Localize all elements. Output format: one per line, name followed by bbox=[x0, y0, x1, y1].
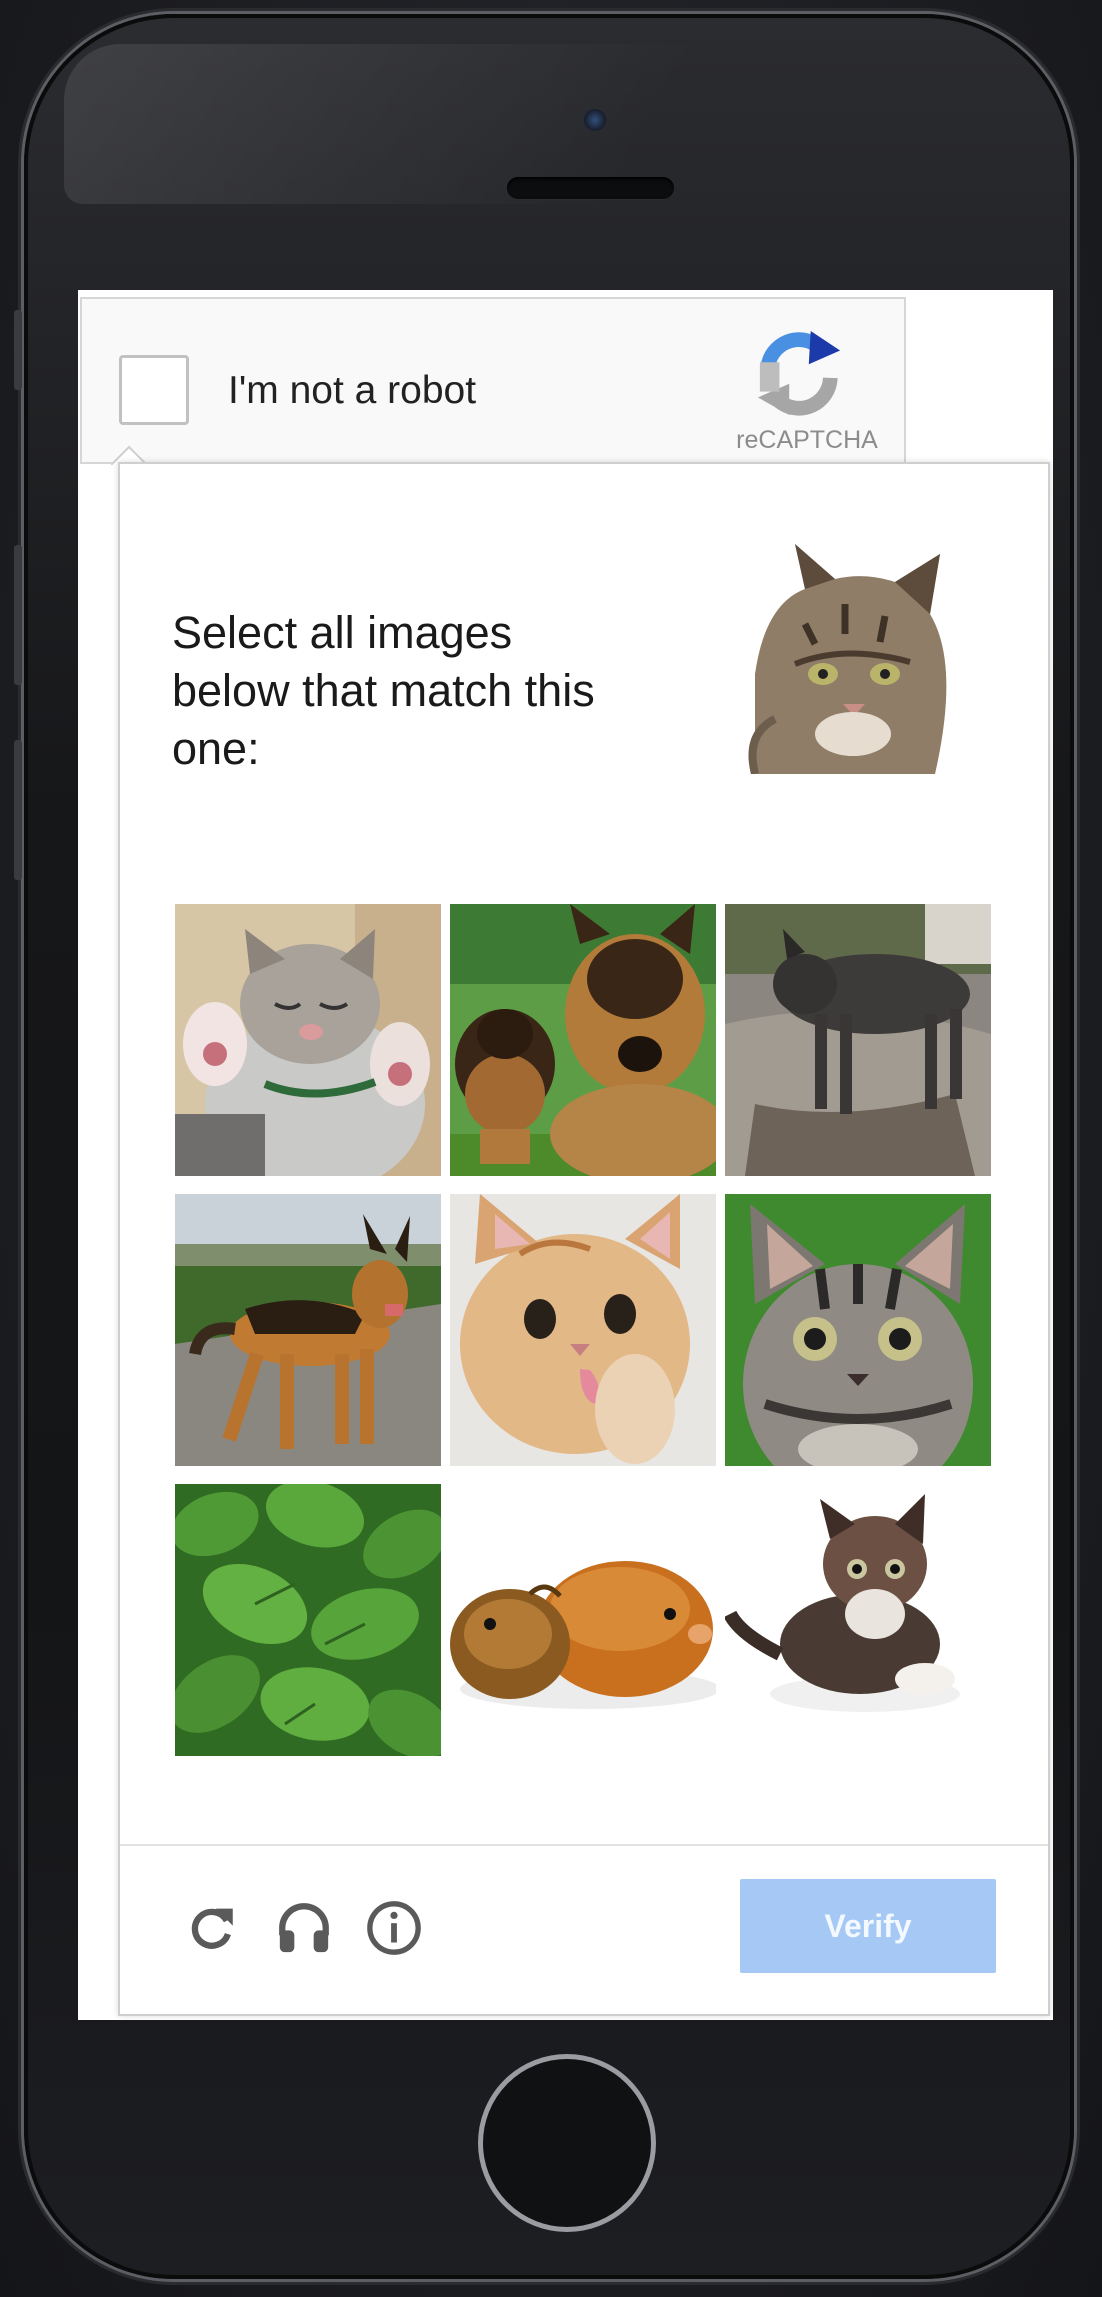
earpiece-speaker bbox=[507, 177, 674, 199]
green-leaves-image bbox=[175, 1484, 441, 1756]
reload-icon[interactable] bbox=[182, 1899, 240, 1957]
info-icon[interactable] bbox=[365, 1899, 423, 1957]
phone-screen: I'm not a robot reCAPTCHA Select all ima… bbox=[78, 290, 1053, 2020]
home-button[interactable] bbox=[478, 2054, 656, 2232]
recaptcha-anchor: I'm not a robot reCAPTCHA bbox=[80, 297, 906, 464]
image-tile-8[interactable] bbox=[450, 1484, 716, 1756]
volume-up-button[interactable] bbox=[14, 545, 22, 685]
mute-switch[interactable] bbox=[14, 310, 22, 390]
recaptcha-brand-text: reCAPTCHA bbox=[736, 426, 878, 454]
challenge-popup: Select all images below that match this … bbox=[118, 462, 1050, 2016]
fluffy-kitten-image bbox=[725, 1484, 991, 1756]
image-tile-3[interactable] bbox=[725, 904, 991, 1176]
guinea-pigs-image bbox=[450, 1484, 716, 1756]
front-camera bbox=[584, 109, 606, 131]
target-cat-image bbox=[748, 544, 947, 774]
shepherd-puppy-image bbox=[450, 904, 716, 1176]
headphones-icon[interactable] bbox=[275, 1899, 333, 1957]
footer-divider bbox=[120, 1844, 1048, 1846]
not-a-robot-checkbox[interactable] bbox=[119, 355, 189, 425]
tabby-kitten-image bbox=[725, 1194, 991, 1466]
image-tile-7[interactable] bbox=[175, 1484, 441, 1756]
image-tile-1[interactable] bbox=[175, 904, 441, 1176]
kitten-image bbox=[175, 904, 441, 1176]
image-tile-9[interactable] bbox=[725, 1484, 991, 1756]
challenge-instruction: Select all images below that match this … bbox=[172, 607, 595, 774]
image-tile-5[interactable] bbox=[450, 1194, 716, 1466]
image-tile-2[interactable] bbox=[450, 904, 716, 1176]
recaptcha-logo-icon bbox=[757, 330, 841, 416]
checkbox-label: I'm not a robot bbox=[228, 369, 477, 412]
image-tile-6[interactable] bbox=[725, 1194, 991, 1466]
volume-down-button[interactable] bbox=[14, 740, 22, 880]
shepherd-standing-image bbox=[175, 1194, 441, 1466]
image-grid bbox=[175, 904, 991, 1756]
image-tile-4[interactable] bbox=[175, 1194, 441, 1466]
stray-dog-image bbox=[725, 904, 991, 1176]
ginger-kitten-image bbox=[450, 1194, 716, 1466]
verify-button[interactable]: Verify bbox=[740, 1879, 996, 1973]
